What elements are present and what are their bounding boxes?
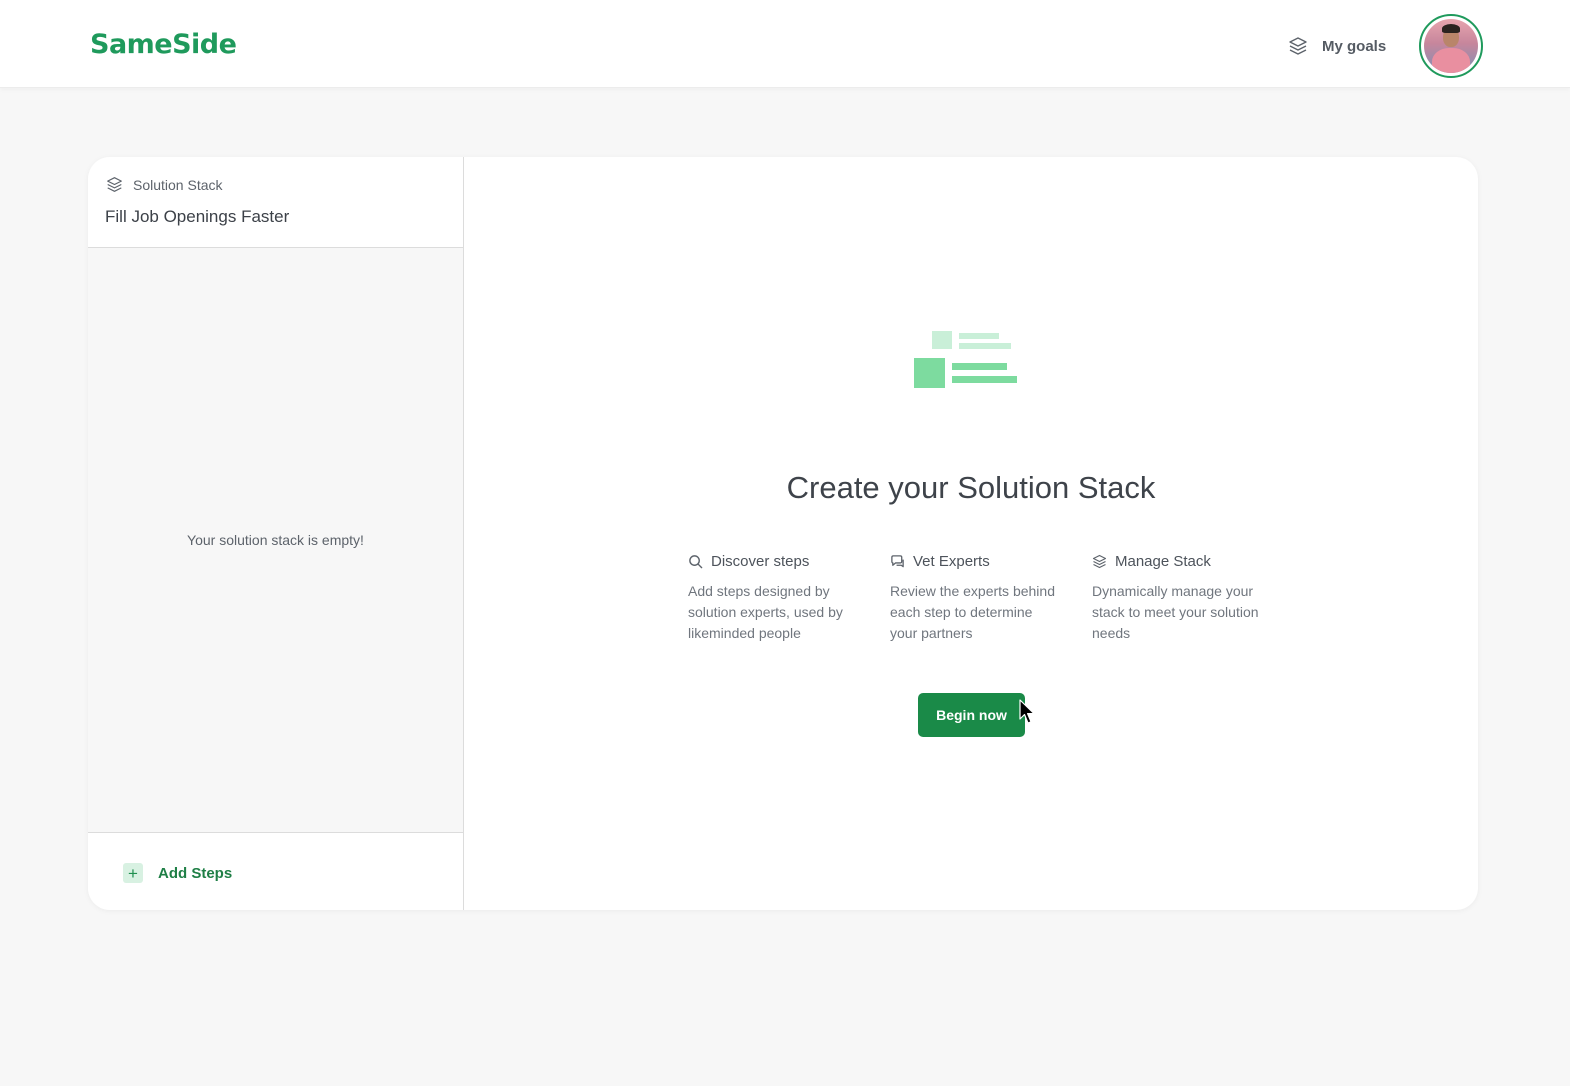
feature-title: Manage Stack [1115,552,1211,570]
feature-discover-steps: Discover steps Add steps designed by sol… [688,551,858,644]
sidebar-footer: + Add Steps [88,832,463,910]
avatar-photo [1424,19,1478,73]
stack-sidebar: Solution Stack Fill Job Openings Faster … [88,157,464,910]
empty-stack-message: Your solution stack is empty! [187,532,364,548]
feature-vet-experts: Vet Experts Review the experts behind ea… [890,551,1060,644]
my-goals-link[interactable]: My goals [1288,35,1386,57]
solution-stack-card: Solution Stack Fill Job Openings Faster … [88,157,1478,910]
sidebar-kicker: Solution Stack [106,176,223,193]
layers-icon [1092,554,1107,568]
plus-icon: + [123,863,143,883]
search-icon [689,554,703,568]
add-steps-button[interactable]: + Add Steps [123,863,232,883]
brand-logo[interactable]: SameSide [90,29,237,60]
layers-icon [1289,37,1307,55]
feature-title: Discover steps [711,552,810,570]
main-panel: Create your Solution Stack Discover step… [464,157,1478,910]
my-goals-label: My goals [1322,37,1387,55]
stack-illustration [914,331,1017,388]
user-avatar[interactable] [1419,14,1483,78]
add-steps-label: Add Steps [158,864,233,882]
feature-description: Dynamically manage your stack to meet yo… [1092,583,1259,641]
sidebar-header: Solution Stack Fill Job Openings Faster [88,157,463,248]
chat-icon [891,554,904,567]
goal-title: Fill Job Openings Faster [105,207,290,226]
layers-icon [107,177,122,192]
feature-description: Add steps designed by solution experts, … [688,583,843,641]
feature-description: Review the experts behind each step to d… [890,583,1055,641]
feature-title: Vet Experts [913,552,990,570]
top-navbar: SameSide My goals [0,0,1570,88]
begin-now-button[interactable]: Begin now [918,693,1025,737]
page-title: Create your Solution Stack [786,470,1156,505]
mouse-pointer-icon [1019,699,1035,724]
feature-manage-stack: Manage Stack Dynamically manage your sta… [1092,551,1262,644]
sidebar-kicker-label: Solution Stack [133,176,223,193]
